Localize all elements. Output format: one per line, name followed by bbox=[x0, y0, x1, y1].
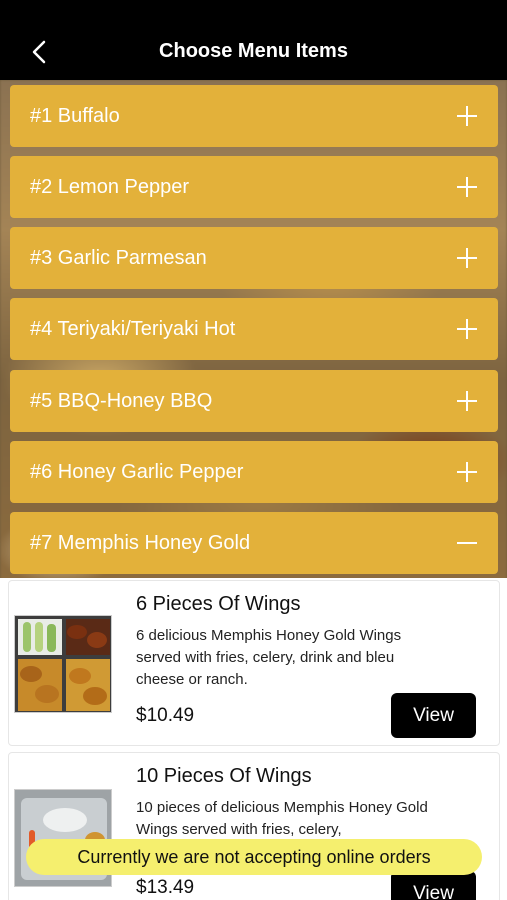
category-label: #5 BBQ-Honey BBQ bbox=[30, 389, 213, 412]
category-label: #6 Honey Garlic Pepper bbox=[30, 460, 244, 483]
plus-icon bbox=[456, 176, 478, 198]
category-label: #2 Lemon Pepper bbox=[30, 175, 190, 198]
item-description: 10 pieces of delicious Memphis Honey Gol… bbox=[136, 799, 428, 838]
category-teriyaki[interactable]: #4 Teriyaki/Teriyaki Hot bbox=[10, 298, 498, 360]
category-memphis-honey-gold[interactable]: #7 Memphis Honey Gold bbox=[10, 512, 498, 574]
menu-item-card[interactable]: 6 Pieces Of Wings 6 delicious Memphis Ho… bbox=[8, 580, 500, 746]
minus-icon bbox=[456, 532, 478, 554]
category-label: #3 Garlic Parmesan bbox=[30, 246, 207, 269]
category-bbq[interactable]: #5 BBQ-Honey BBQ bbox=[10, 370, 498, 432]
category-label: #7 Memphis Honey Gold bbox=[30, 531, 251, 554]
plus-icon bbox=[456, 461, 478, 483]
top-bar: Choose Menu Items bbox=[0, 0, 507, 80]
view-button[interactable]: View bbox=[391, 693, 476, 738]
category-label: #4 Teriyaki/Teriyaki Hot bbox=[30, 317, 236, 340]
category-buffalo[interactable]: #1 Buffalo bbox=[10, 85, 498, 147]
item-title: 6 Pieces Of Wings bbox=[136, 593, 301, 615]
item-price: $13.49 bbox=[136, 877, 195, 898]
item-thumbnail bbox=[14, 615, 112, 713]
item-title: 10 Pieces Of Wings bbox=[136, 765, 312, 787]
page-title: Choose Menu Items bbox=[159, 39, 348, 62]
plus-icon bbox=[456, 105, 478, 127]
category-garlic-parmesan[interactable]: #3 Garlic Parmesan bbox=[10, 227, 498, 289]
ordering-closed-banner: Currently we are not accepting online or… bbox=[26, 839, 482, 875]
plus-icon bbox=[456, 247, 478, 269]
category-label: #1 Buffalo bbox=[30, 104, 120, 127]
plus-icon bbox=[456, 318, 478, 340]
item-price: $10.49 bbox=[136, 705, 195, 726]
menu-item-card[interactable]: 10 Pieces Of Wings 10 pieces of deliciou… bbox=[8, 752, 500, 900]
item-description: 6 delicious Memphis Honey Gold Wings ser… bbox=[136, 627, 402, 688]
plus-icon bbox=[456, 390, 478, 412]
chevron-left-icon[interactable] bbox=[30, 40, 50, 64]
view-button[interactable]: View bbox=[391, 871, 476, 900]
category-lemon-pepper[interactable]: #2 Lemon Pepper bbox=[10, 156, 498, 218]
category-honey-garlic-pepper[interactable]: #6 Honey Garlic Pepper bbox=[10, 441, 498, 503]
